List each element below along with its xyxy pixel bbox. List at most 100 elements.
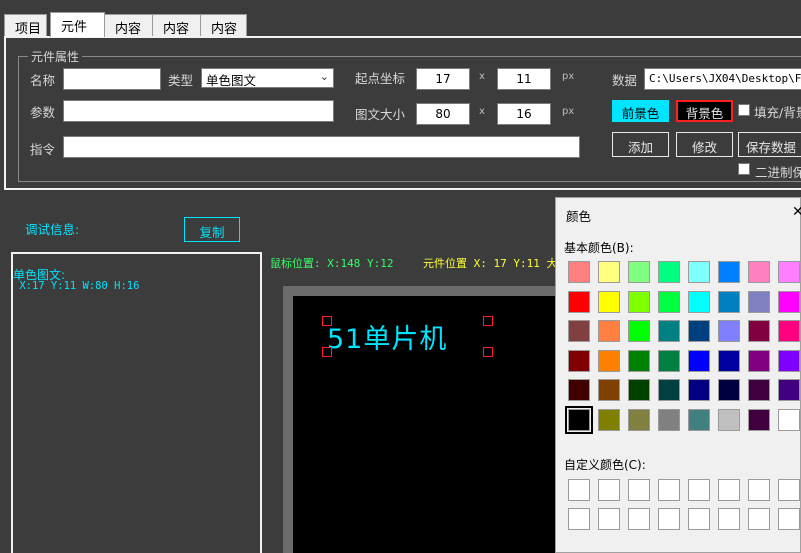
- color-swatch[interactable]: [718, 320, 740, 342]
- color-swatch[interactable]: [568, 261, 590, 283]
- color-swatch[interactable]: [778, 408, 800, 431]
- color-swatch[interactable]: [568, 379, 590, 401]
- color-swatch[interactable]: [748, 320, 770, 342]
- tab-project[interactable]: 项目: [4, 14, 47, 37]
- color-swatch[interactable]: [658, 261, 680, 283]
- color-swatch[interactable]: [598, 408, 620, 431]
- name-input[interactable]: [63, 68, 161, 90]
- color-swatch[interactable]: [718, 408, 740, 431]
- command-input[interactable]: [63, 136, 580, 158]
- custom-color-swatch[interactable]: [628, 508, 650, 530]
- color-swatch[interactable]: [598, 349, 620, 372]
- color-swatch[interactable]: [778, 261, 800, 283]
- color-swatch[interactable]: [688, 320, 710, 342]
- custom-color-swatch[interactable]: [688, 508, 710, 530]
- custom-color-swatch[interactable]: [748, 479, 770, 501]
- x-separator: x: [479, 106, 485, 117]
- custom-color-swatch[interactable]: [658, 508, 680, 530]
- color-swatch[interactable]: [748, 349, 770, 372]
- tab-content-1[interactable]: 内容: [104, 14, 153, 37]
- color-swatch[interactable]: [778, 290, 800, 313]
- type-label: 类型: [168, 73, 194, 88]
- custom-color-swatch[interactable]: [748, 508, 770, 530]
- type-select[interactable]: 单色图文 ⌄: [201, 68, 334, 88]
- tab-component[interactable]: 元件: [50, 12, 105, 37]
- color-swatch[interactable]: [628, 320, 650, 342]
- color-swatch[interactable]: [688, 290, 710, 313]
- color-swatch[interactable]: [628, 261, 650, 283]
- custom-color-swatch[interactable]: [568, 508, 590, 530]
- add-button[interactable]: 添加: [612, 132, 669, 157]
- color-swatch[interactable]: [658, 349, 680, 372]
- custom-color-swatch[interactable]: [598, 508, 620, 530]
- color-swatch[interactable]: [748, 290, 770, 313]
- tab-label: 内容: [115, 22, 142, 37]
- params-input[interactable]: [63, 100, 334, 122]
- background-color-button[interactable]: 背景色: [676, 100, 733, 122]
- custom-color-swatch[interactable]: [688, 479, 710, 501]
- binary-save-checkbox[interactable]: [738, 163, 750, 175]
- color-swatch[interactable]: [658, 290, 680, 313]
- custom-color-swatch[interactable]: [718, 479, 740, 501]
- color-swatch[interactable]: [568, 290, 590, 313]
- color-swatch[interactable]: [718, 261, 740, 283]
- color-swatch[interactable]: [718, 290, 740, 313]
- color-swatch[interactable]: [598, 261, 620, 283]
- custom-color-swatch[interactable]: [778, 479, 800, 501]
- custom-color-swatch[interactable]: [658, 479, 680, 501]
- size-w-input[interactable]: 80: [416, 103, 470, 125]
- color-swatch[interactable]: [688, 261, 710, 283]
- close-icon[interactable]: ✕: [792, 204, 801, 220]
- color-swatch[interactable]: [688, 408, 710, 431]
- tab-content-3[interactable]: 内容: [200, 14, 247, 37]
- color-swatch[interactable]: [748, 261, 770, 283]
- color-swatch[interactable]: [658, 320, 680, 342]
- tab-content-2[interactable]: 内容: [152, 14, 201, 37]
- custom-color-swatch[interactable]: [718, 508, 740, 530]
- canvas-text-element[interactable]: 51单片机: [327, 317, 447, 356]
- color-swatch[interactable]: [778, 379, 800, 401]
- color-swatch[interactable]: [628, 408, 650, 431]
- color-swatch[interactable]: [688, 349, 710, 372]
- color-swatch[interactable]: [628, 290, 650, 313]
- color-swatch[interactable]: [748, 408, 770, 431]
- resize-handle-bottom-right[interactable]: [483, 347, 493, 357]
- copy-button[interactable]: 复制: [184, 217, 240, 242]
- custom-color-swatch[interactable]: [628, 479, 650, 501]
- data-path-input[interactable]: C:\Users\JX04\Desktop\Font: [644, 68, 801, 90]
- color-swatch[interactable]: [778, 320, 800, 342]
- color-swatch[interactable]: [688, 379, 710, 401]
- color-swatch[interactable]: [748, 379, 770, 401]
- resize-handle-top-right[interactable]: [483, 316, 493, 326]
- custom-color-swatch[interactable]: [568, 479, 590, 501]
- color-swatch[interactable]: [598, 320, 620, 342]
- start-x-input[interactable]: 17: [416, 68, 470, 90]
- size-h-input[interactable]: 16: [497, 103, 551, 125]
- save-data-button[interactable]: 保存数据: [738, 132, 801, 157]
- color-swatch[interactable]: [658, 408, 680, 431]
- color-swatch[interactable]: [628, 379, 650, 401]
- custom-color-swatch[interactable]: [598, 479, 620, 501]
- color-swatch[interactable]: [718, 379, 740, 401]
- resize-handle-top-left[interactable]: [322, 316, 332, 326]
- color-swatch[interactable]: [718, 349, 740, 372]
- drawing-canvas[interactable]: 51单片机: [293, 296, 563, 553]
- color-swatch[interactable]: [568, 320, 590, 342]
- tab-label: 内容: [211, 22, 238, 37]
- custom-color-swatch[interactable]: [778, 508, 800, 530]
- px-unit: px: [562, 71, 575, 82]
- color-swatch[interactable]: [568, 349, 590, 372]
- foreground-color-button[interactable]: 前景色: [612, 100, 669, 122]
- color-swatch[interactable]: [778, 349, 800, 372]
- color-swatch[interactable]: [598, 379, 620, 401]
- debug-panel[interactable]: 单色图文: X:17 Y:11 W:80 H:16: [11, 252, 262, 553]
- group-legend: 元件属性: [28, 48, 83, 65]
- resize-handle-bottom-left[interactable]: [322, 347, 332, 357]
- color-swatch[interactable]: [598, 290, 620, 313]
- color-swatch[interactable]: [658, 379, 680, 401]
- start-y-input[interactable]: 11: [497, 68, 551, 90]
- fill-checkbox[interactable]: [738, 104, 750, 116]
- modify-button[interactable]: 修改: [676, 132, 733, 157]
- color-swatch[interactable]: [565, 405, 593, 434]
- color-swatch[interactable]: [628, 349, 650, 372]
